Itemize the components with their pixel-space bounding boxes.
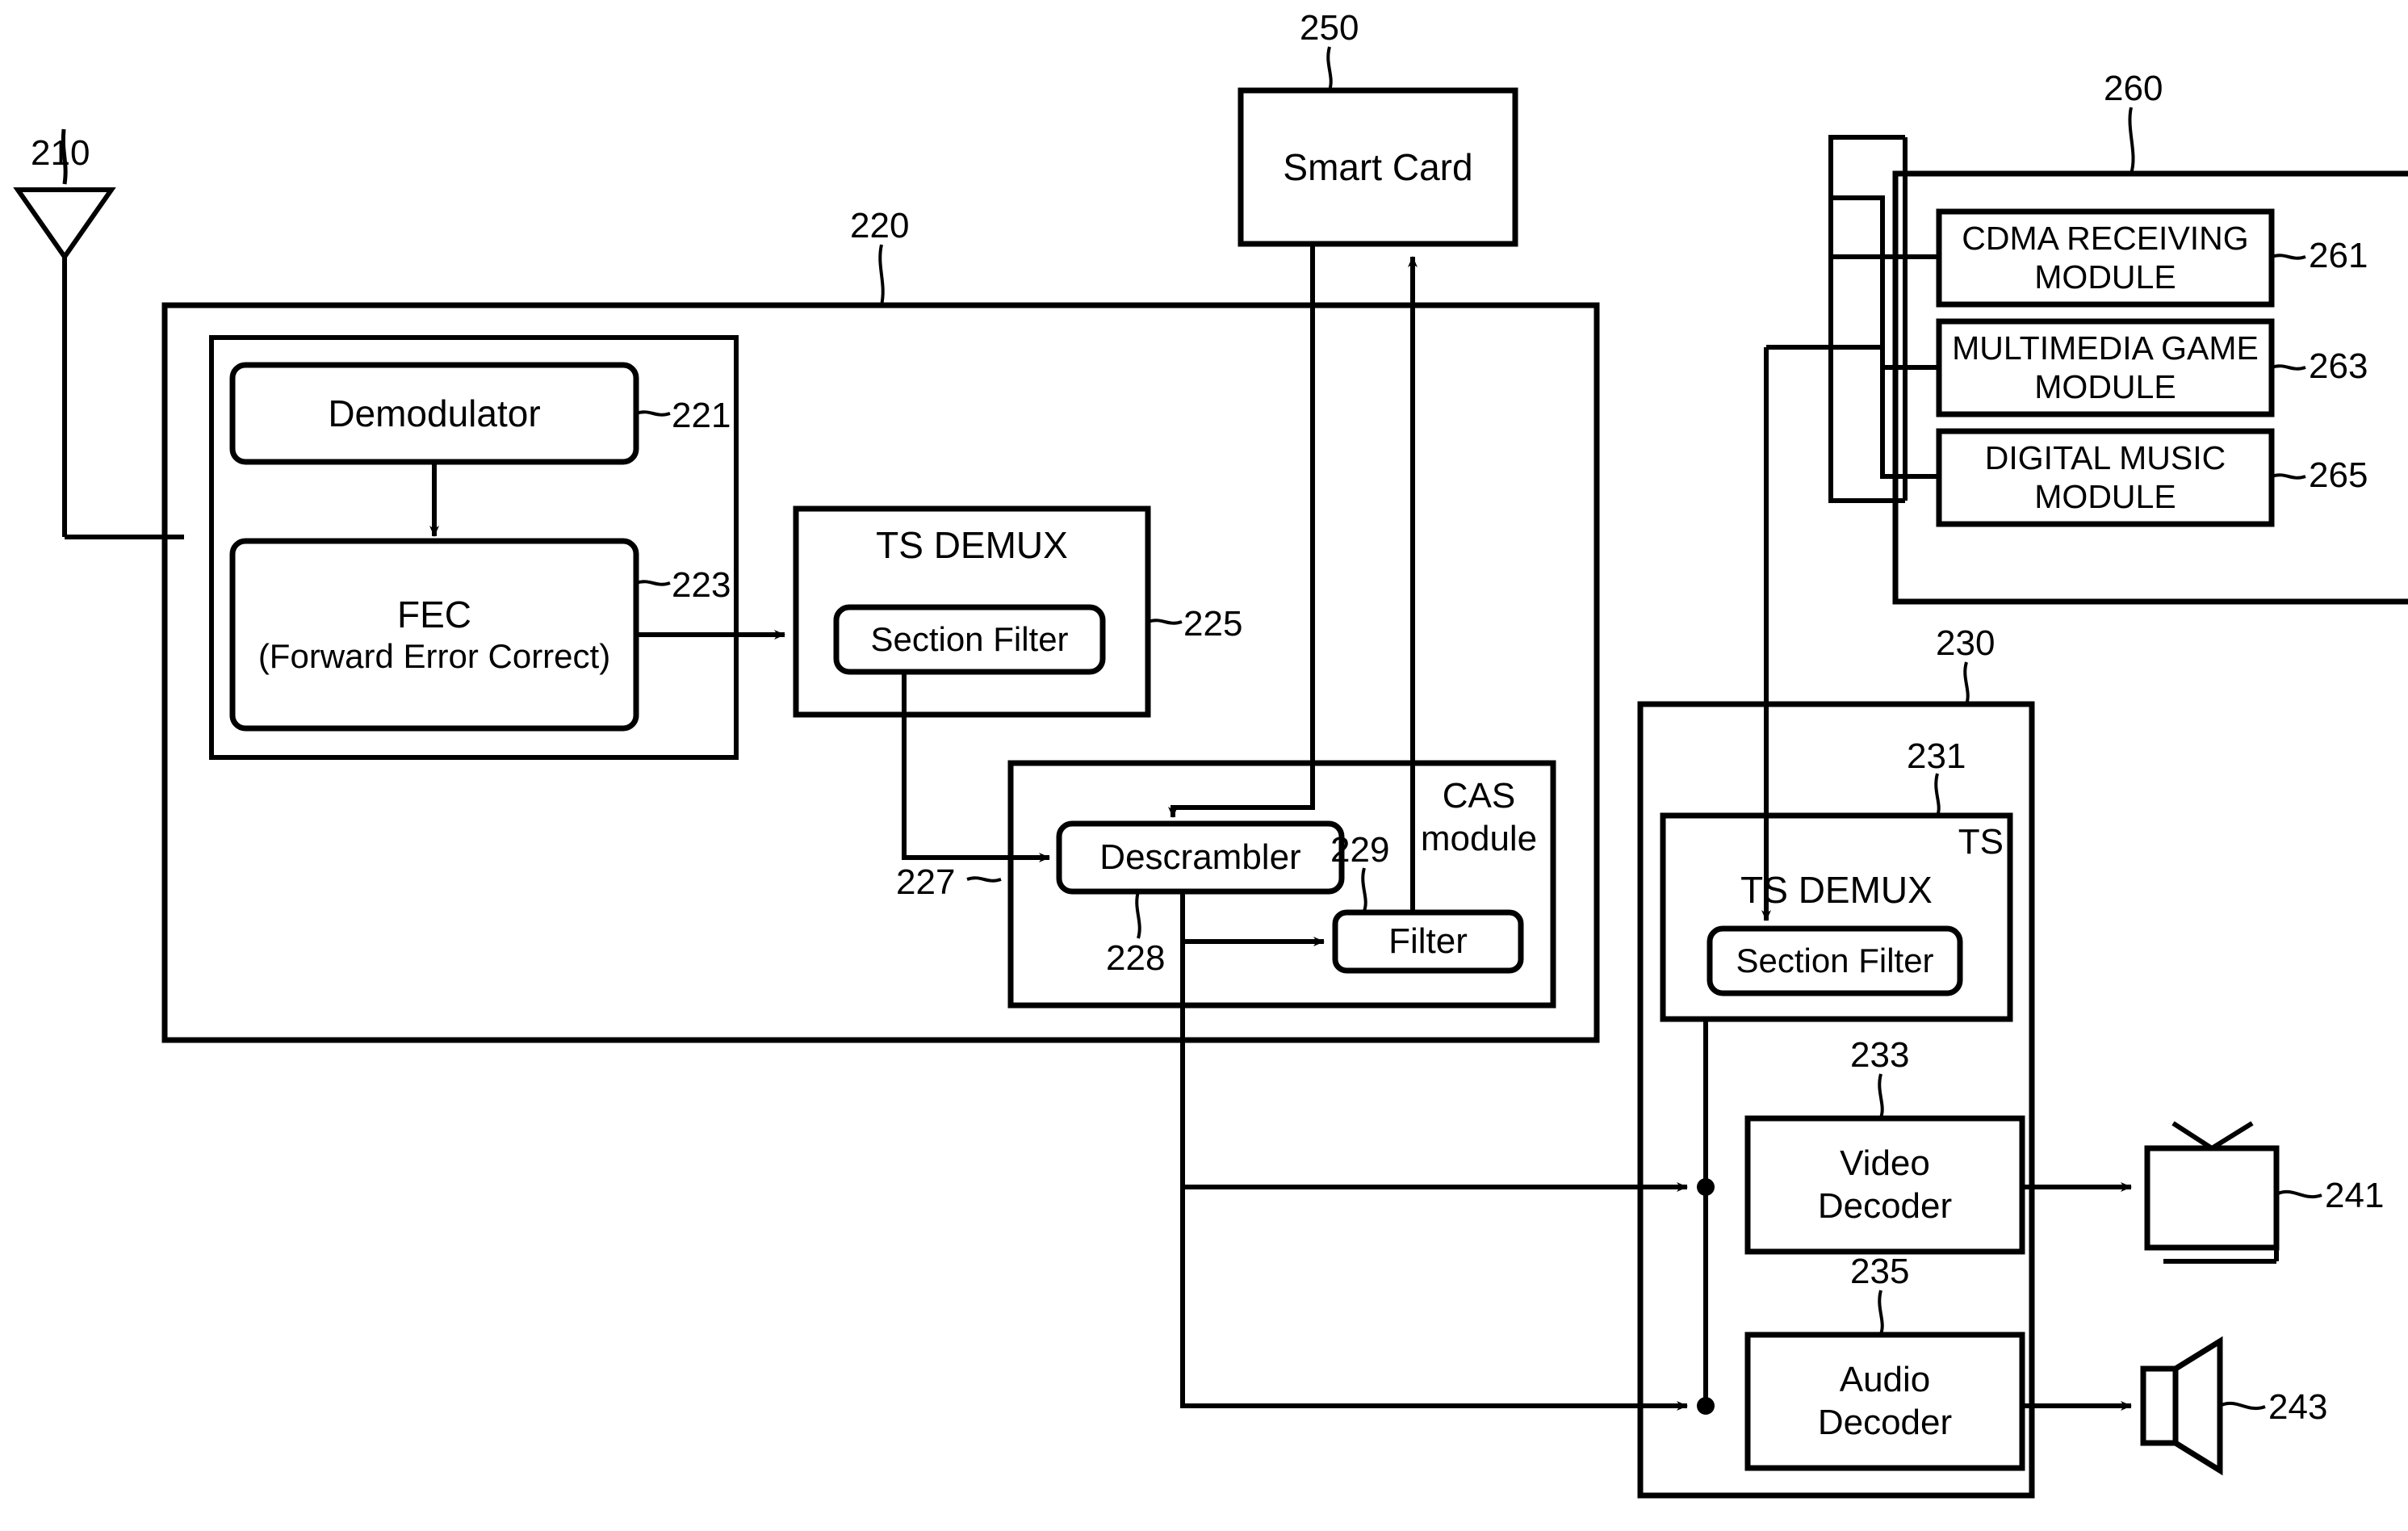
- ref-265: 265: [2309, 455, 2368, 495]
- ref-223: 223: [672, 565, 731, 605]
- ref-260: 260: [2104, 69, 2163, 108]
- ref-241: 241: [2325, 1176, 2385, 1215]
- ref-220: 220: [850, 206, 910, 245]
- ref-261: 261: [2309, 236, 2368, 275]
- audio-decoder-label-line1: Audio: [1839, 1359, 1931, 1399]
- audio-decoder-label-line2: Decoder: [1817, 1402, 1953, 1442]
- cdma-module-label-line1: CDMA RECEIVING: [1962, 220, 2249, 258]
- ref-230: 230: [1936, 623, 1995, 663]
- patent-figure-canvas: 210 220 221 223 225 227 228 229 230 231 …: [0, 0, 2408, 1531]
- ref-231: 231: [1907, 736, 1966, 776]
- ts-demux-1-title: TS DEMUX: [876, 524, 1068, 566]
- fec-label-line1: FEC: [397, 594, 471, 636]
- video-decoder-label-line1: Video: [1840, 1143, 1930, 1183]
- descrambler-label: Descrambler: [1099, 837, 1301, 877]
- ref-235: 235: [1850, 1252, 1910, 1291]
- ts-demux-2-title: TS DEMUX: [1740, 869, 1933, 911]
- ref-243: 243: [2268, 1387, 2328, 1427]
- ref-228: 228: [1106, 938, 1166, 978]
- video-decoder-label-line2: Decoder: [1817, 1185, 1953, 1226]
- cas-module-label-line1: CAS: [1442, 776, 1516, 816]
- game-module-label-line2: MODULE: [2034, 367, 2176, 405]
- fec-label-line2: (Forward Error Correct): [258, 637, 611, 676]
- filter-label: Filter: [1388, 921, 1468, 961]
- ref-225: 225: [1183, 604, 1243, 644]
- ref-221: 221: [672, 396, 731, 435]
- ts-corner-label: TS: [1958, 822, 2004, 862]
- music-module-label-line1: DIGITAL MUSIC: [1984, 439, 2226, 477]
- cas-module-label-line2: module: [1420, 818, 1538, 858]
- ref-250: 250: [1300, 8, 1359, 48]
- music-module-label-line2: MODULE: [2034, 477, 2176, 515]
- ref-233: 233: [1850, 1035, 1910, 1075]
- smart-card-label: Smart Card: [1283, 146, 1473, 188]
- section-filter-1-label: Section Filter: [870, 620, 1069, 658]
- section-filter-2-label: Section Filter: [1736, 942, 1934, 979]
- game-module-label-line1: MULTIMEDIA GAME: [1952, 329, 2259, 367]
- ref-227: 227: [896, 862, 956, 902]
- ref-210: 210: [31, 133, 90, 173]
- ref-263: 263: [2309, 346, 2368, 386]
- text-layer: 210 220 221 223 225 227 228 229 230 231 …: [0, 0, 2408, 1531]
- cdma-module-label-line2: MODULE: [2034, 258, 2176, 296]
- demodulator-label: Demodulator: [328, 392, 541, 434]
